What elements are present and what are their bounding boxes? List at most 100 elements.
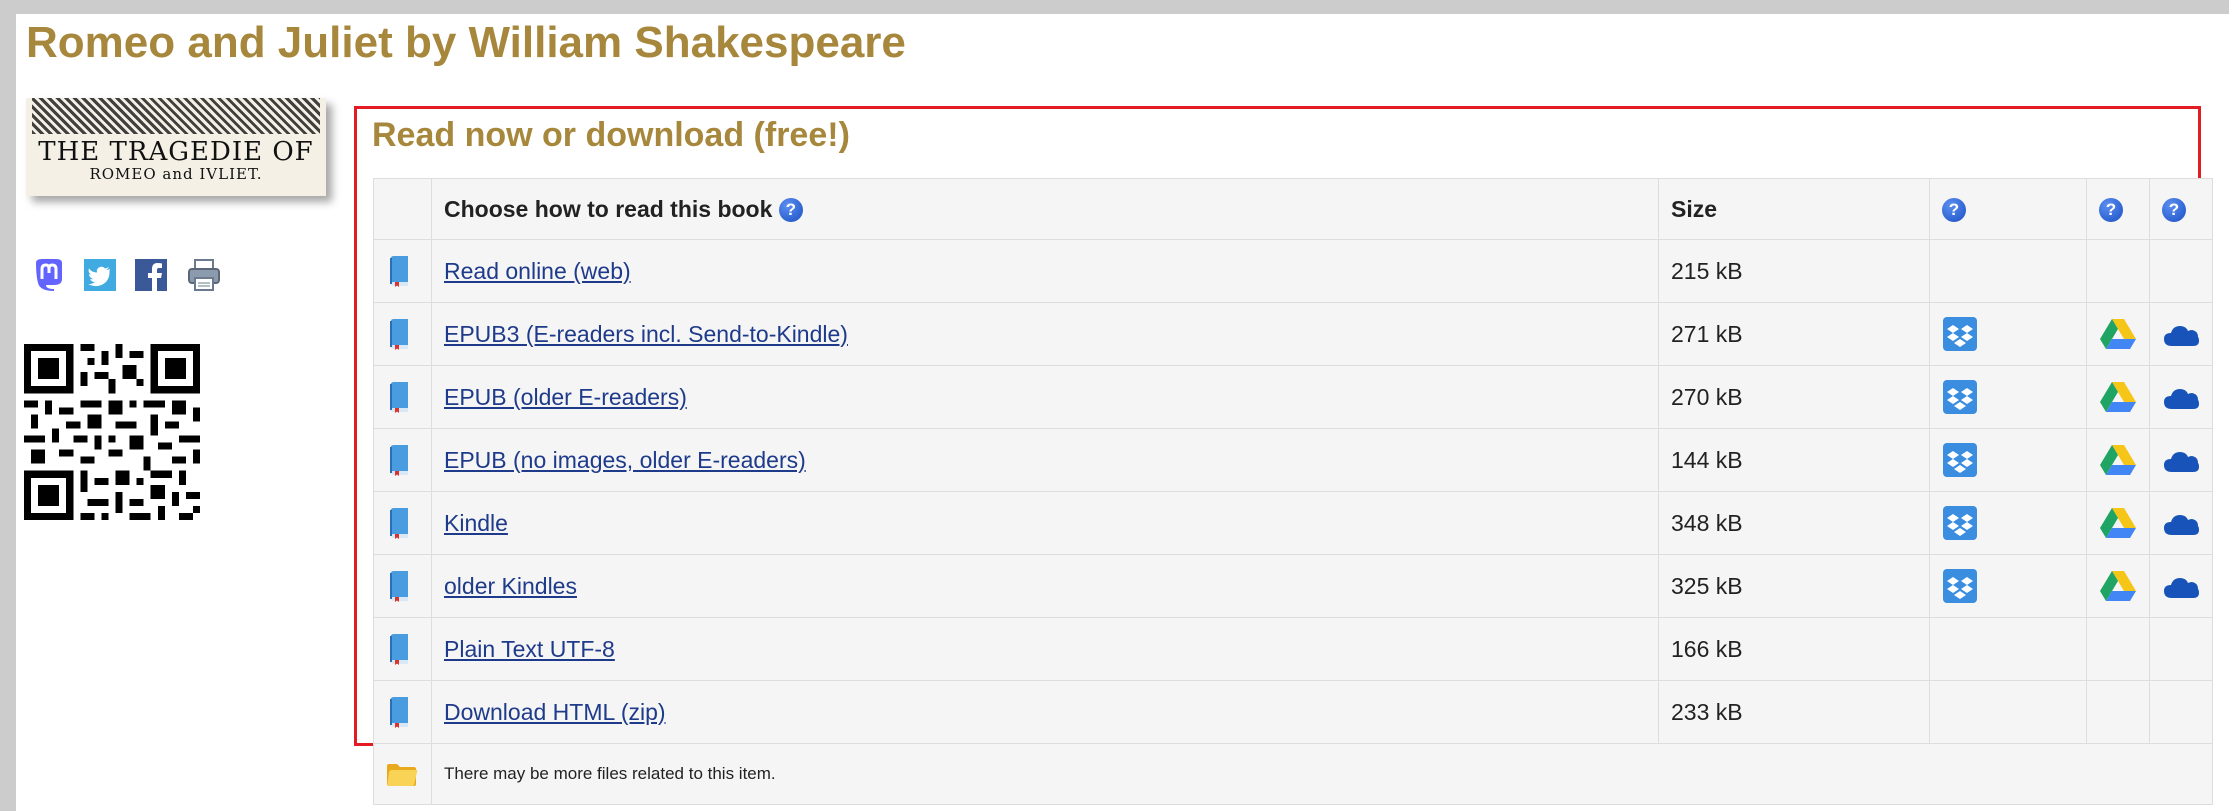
onedrive-cell — [2149, 239, 2213, 303]
help-icon[interactable]: ? — [778, 198, 803, 223]
mastodon-icon[interactable] — [32, 257, 66, 293]
gdrive-cell — [2086, 428, 2150, 492]
page: Romeo and Juliet by William Shakespeare … — [16, 14, 2229, 811]
cover-title-line1: THE TRAGEDIE OF — [38, 137, 314, 167]
header-format-label: Choose how to read this book — [444, 195, 773, 222]
facebook-icon[interactable] — [135, 257, 167, 293]
more-files-row: There may be more files related to this … — [373, 743, 2213, 805]
dropbox-icon[interactable] — [1942, 380, 1978, 414]
size-cell: 270 kB — [1658, 365, 1930, 429]
more-files-note: There may be more files related to this … — [431, 743, 2213, 805]
onedrive-cell — [2149, 617, 2213, 681]
gdrive-cell — [2086, 239, 2150, 303]
print-icon[interactable] — [186, 257, 222, 293]
cover-title-line2: ROMEO and IVLIET. — [89, 165, 263, 183]
size-cell: 215 kB — [1658, 239, 1930, 303]
header-icon-cell — [373, 178, 432, 240]
format-link[interactable]: Read online (web) — [444, 258, 631, 284]
dropbox-cell — [1929, 365, 2087, 429]
gdrive-cell — [2086, 554, 2150, 618]
dropbox-cell — [1929, 302, 2087, 366]
qr-code-image — [24, 344, 200, 520]
size-cell: 325 kB — [1658, 554, 1930, 618]
download-table: Choose how to read this book ? Size ? ? … — [373, 178, 2213, 805]
header-format: Choose how to read this book ? — [431, 178, 1659, 240]
gdrive-cell — [2086, 680, 2150, 744]
google-drive-icon[interactable] — [2099, 382, 2137, 412]
onedrive-icon[interactable] — [2162, 383, 2200, 409]
onedrive-icon[interactable] — [2162, 320, 2200, 346]
dropbox-cell — [1929, 680, 2087, 744]
format-link[interactable]: Plain Text UTF-8 — [444, 636, 615, 662]
twitter-icon[interactable] — [84, 257, 116, 293]
onedrive-icon[interactable] — [2162, 509, 2200, 535]
book-cover-image: THE TRAGEDIE OF ROMEO and IVLIET. — [26, 98, 326, 196]
onedrive-icon[interactable] — [2162, 446, 2200, 472]
google-drive-icon[interactable] — [2099, 445, 2137, 475]
format-cell: Download HTML (zip) — [431, 680, 1659, 744]
format-cell: EPUB (older E-readers) — [431, 365, 1659, 429]
book-icon — [373, 617, 432, 681]
gdrive-cell — [2086, 302, 2150, 366]
onedrive-icon[interactable] — [2162, 572, 2200, 598]
help-icon[interactable]: ? — [2099, 198, 2123, 223]
header-onedrive: ? — [2149, 178, 2213, 240]
table-row: EPUB (older E-readers) 270 kB — [373, 365, 2213, 429]
download-heading: Read now or download (free!) — [372, 116, 850, 154]
gdrive-cell — [2086, 617, 2150, 681]
format-cell: EPUB (no images, older E-readers) — [431, 428, 1659, 492]
format-cell: Kindle — [431, 491, 1659, 555]
table-row: Kindle 348 kB — [373, 491, 2213, 555]
size-cell: 144 kB — [1658, 428, 1930, 492]
size-cell: 271 kB — [1658, 302, 1930, 366]
book-icon — [373, 239, 432, 303]
format-cell: Plain Text UTF-8 — [431, 617, 1659, 681]
dropbox-icon[interactable] — [1942, 443, 1978, 477]
cover-ornament — [32, 98, 320, 134]
format-link[interactable]: Download HTML (zip) — [444, 699, 666, 725]
onedrive-cell — [2149, 302, 2213, 366]
table-row: Plain Text UTF-8 166 kB — [373, 617, 2213, 681]
gdrive-cell — [2086, 365, 2150, 429]
google-drive-icon[interactable] — [2099, 508, 2137, 538]
gdrive-cell — [2086, 491, 2150, 555]
size-cell: 166 kB — [1658, 617, 1930, 681]
dropbox-cell — [1929, 239, 2087, 303]
book-icon — [373, 365, 432, 429]
table-row: EPUB3 (E-readers incl. Send-to-Kindle) 27… — [373, 302, 2213, 366]
help-icon[interactable]: ? — [1942, 198, 1966, 223]
dropbox-cell — [1929, 428, 2087, 492]
dropbox-cell — [1929, 491, 2087, 555]
format-cell: EPUB3 (E-readers incl. Send-to-Kindle) — [431, 302, 1659, 366]
table-row: Download HTML (zip) 233 kB — [373, 680, 2213, 744]
dropbox-icon[interactable] — [1942, 569, 1978, 603]
format-cell: Read online (web) — [431, 239, 1659, 303]
book-icon — [373, 302, 432, 366]
dropbox-icon[interactable] — [1942, 506, 1978, 540]
folder-icon — [373, 743, 432, 805]
onedrive-cell — [2149, 428, 2213, 492]
dropbox-cell — [1929, 617, 2087, 681]
book-icon — [373, 428, 432, 492]
header-dropbox: ? — [1929, 178, 2087, 240]
table-row: EPUB (no images, older E-readers) 144 kB — [373, 428, 2213, 492]
format-link[interactable]: EPUB (no images, older E-readers) — [444, 447, 806, 473]
google-drive-icon[interactable] — [2099, 319, 2137, 349]
size-cell: 233 kB — [1658, 680, 1930, 744]
table-header-row: Choose how to read this book ? Size ? ? … — [373, 178, 2213, 240]
table-row: Read online (web) 215 kB — [373, 239, 2213, 303]
format-link[interactable]: EPUB (older E-readers) — [444, 384, 687, 410]
format-link[interactable]: older Kindles — [444, 573, 577, 599]
table-row: older Kindles 325 kB — [373, 554, 2213, 618]
google-drive-icon[interactable] — [2099, 571, 2137, 601]
help-icon[interactable]: ? — [2162, 198, 2186, 223]
book-icon — [373, 491, 432, 555]
format-link[interactable]: EPUB3 (E-readers incl. Send-to-Kindle) — [444, 321, 848, 347]
onedrive-cell — [2149, 491, 2213, 555]
format-cell: older Kindles — [431, 554, 1659, 618]
dropbox-cell — [1929, 554, 2087, 618]
format-link[interactable]: Kindle — [444, 510, 508, 536]
page-title: Romeo and Juliet by William Shakespeare — [26, 18, 906, 67]
dropbox-icon[interactable] — [1942, 317, 1978, 351]
onedrive-cell — [2149, 365, 2213, 429]
